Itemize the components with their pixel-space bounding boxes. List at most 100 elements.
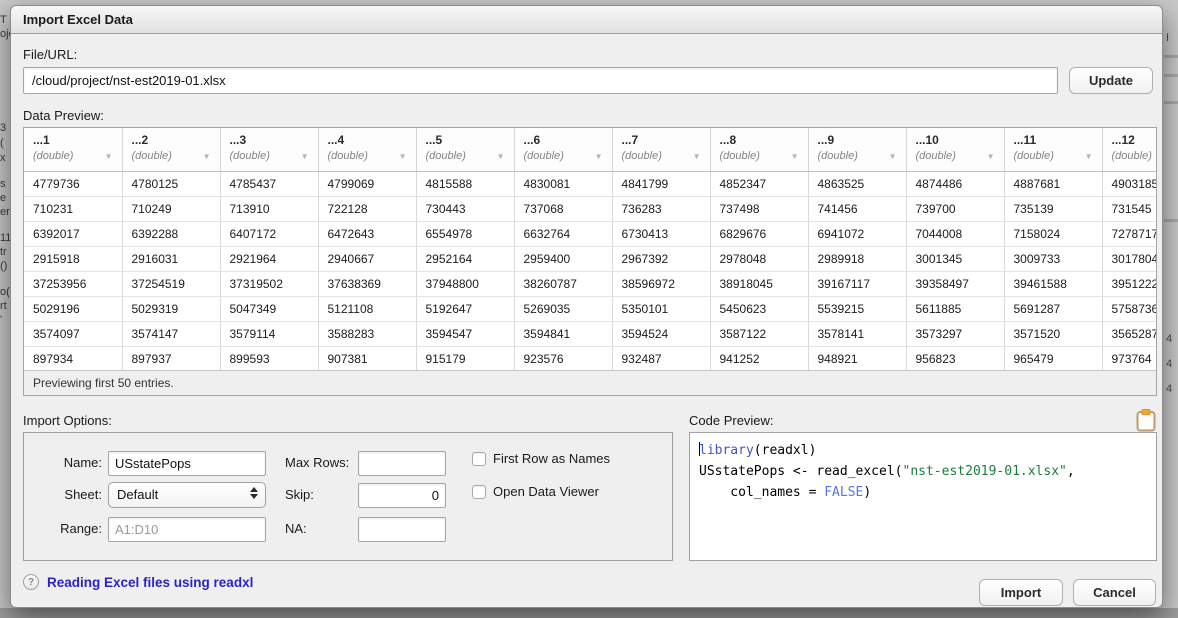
table-cell: 37319502 <box>220 271 318 296</box>
table-cell: 741456 <box>808 196 906 221</box>
table-cell: 3587122 <box>710 321 808 346</box>
table-cell: 5350101 <box>612 296 710 321</box>
table-cell: 2978048 <box>710 246 808 271</box>
first-row-as-names-checkbox[interactable] <box>472 452 486 466</box>
table-cell: 2915918 <box>24 246 122 271</box>
open-data-viewer-option[interactable]: Open Data Viewer <box>472 484 599 499</box>
table-cell: 38596972 <box>612 271 710 296</box>
column-type-dropdown-icon[interactable]: ▼ <box>301 152 309 161</box>
column-type-dropdown-icon[interactable]: ▼ <box>889 152 897 161</box>
sheet-select-value: Default <box>117 487 158 502</box>
table-cell: 731545 <box>1102 196 1157 221</box>
table-cell: 5539215 <box>808 296 906 321</box>
table-cell: 4780125 <box>122 171 220 196</box>
table-row: 2915918291603129219642940667295216429594… <box>24 246 1157 271</box>
table-cell: 3001345 <box>906 246 1004 271</box>
table-cell: 899593 <box>220 346 318 371</box>
table-cell: 4874486 <box>906 171 1004 196</box>
code-line: USstatePops <- read_excel("nst-est2019-0… <box>699 461 1147 482</box>
column-type-dropdown-icon[interactable]: ▼ <box>693 152 701 161</box>
table-cell: 6632764 <box>514 221 612 246</box>
first-row-as-names-option[interactable]: First Row as Names <box>472 451 610 466</box>
table-cell: 4841799 <box>612 171 710 196</box>
import-button[interactable]: Import <box>979 579 1063 606</box>
column-type-dropdown-icon[interactable]: ▼ <box>399 152 407 161</box>
table-cell: 722128 <box>318 196 416 221</box>
column-header: ...2(double)▼ <box>122 128 220 171</box>
column-header: ...10(double)▼ <box>906 128 1004 171</box>
table-cell: 3588283 <box>318 321 416 346</box>
column-type-dropdown-icon[interactable]: ▼ <box>497 152 505 161</box>
table-cell: 4852347 <box>710 171 808 196</box>
code-line: library(readxl) <box>699 440 1147 461</box>
column-header: ...7(double)▼ <box>612 128 710 171</box>
na-input[interactable] <box>358 517 446 542</box>
background-text-fragment: 11 <box>0 232 10 244</box>
table-cell: 3573297 <box>906 321 1004 346</box>
copy-to-clipboard-icon[interactable] <box>1136 409 1156 432</box>
select-stepper-arrows-icon <box>250 487 258 499</box>
open-data-viewer-checkbox[interactable] <box>472 485 486 499</box>
table-cell: 5121108 <box>318 296 416 321</box>
background-text-fragment: T <box>0 14 10 26</box>
background-text-fragment: () <box>0 260 10 272</box>
background-text-fragment: 4 <box>1166 333 1178 345</box>
table-cell: 710231 <box>24 196 122 221</box>
file-url-label: File/URL: <box>23 47 77 62</box>
table-cell: 38260787 <box>514 271 612 296</box>
background-text-fragment: e <box>0 192 10 204</box>
help-icon[interactable]: ? <box>23 574 39 590</box>
column-type-dropdown-icon[interactable]: ▼ <box>203 152 211 161</box>
data-preview-table[interactable]: ...1(double)▼...2(double)▼...3(double)▼.… <box>23 127 1157 396</box>
table-cell: 5029319 <box>122 296 220 321</box>
table-cell: 737068 <box>514 196 612 221</box>
column-type-dropdown-icon[interactable]: ▼ <box>1085 152 1093 161</box>
column-type-dropdown-icon[interactable]: ▼ <box>105 152 113 161</box>
table-cell: 948921 <box>808 346 906 371</box>
skip-input[interactable] <box>358 483 446 508</box>
table-cell: 736283 <box>612 196 710 221</box>
background-text-fragment: rt <box>0 300 10 312</box>
readxl-help-link[interactable]: Reading Excel files using readxl <box>47 575 253 590</box>
table-row: 7102317102497139107221287304437370687362… <box>24 196 1157 221</box>
background-text-fragment: 4 <box>1166 383 1178 395</box>
table-cell: 3574147 <box>122 321 220 346</box>
table-cell: 5047349 <box>220 296 318 321</box>
column-header: ...6(double)▼ <box>514 128 612 171</box>
table-cell: 6730413 <box>612 221 710 246</box>
table-cell: 6407172 <box>220 221 318 246</box>
update-button[interactable]: Update <box>1069 67 1153 94</box>
import-options-panel: Name: Max Rows: First Row as Names Sheet… <box>23 432 673 561</box>
background-text-fragment: x <box>0 152 10 164</box>
table-cell: 4863525 <box>808 171 906 196</box>
code-preview[interactable]: library(readxl)USstatePops <- read_excel… <box>689 432 1157 561</box>
table-cell: 941252 <box>710 346 808 371</box>
cancel-button[interactable]: Cancel <box>1073 579 1156 606</box>
name-input[interactable] <box>108 451 266 476</box>
column-type-dropdown-icon[interactable]: ▼ <box>987 152 995 161</box>
file-url-input[interactable] <box>23 67 1058 94</box>
table-cell: 3594547 <box>416 321 514 346</box>
table-cell: 5269035 <box>514 296 612 321</box>
table-cell: 6941072 <box>808 221 906 246</box>
table-cell: 6829676 <box>710 221 808 246</box>
table-cell: 2940667 <box>318 246 416 271</box>
column-type-dropdown-icon[interactable]: ▼ <box>791 152 799 161</box>
table-cell: 5691287 <box>1004 296 1102 321</box>
table-cell: 39167117 <box>808 271 906 296</box>
table-cell: 3565287 <box>1102 321 1157 346</box>
table-cell: 7044008 <box>906 221 1004 246</box>
first-row-as-names-label: First Row as Names <box>493 451 610 466</box>
table-cell: 5029196 <box>24 296 122 321</box>
background-text-fragment: ' <box>0 314 10 326</box>
range-input[interactable] <box>108 517 266 542</box>
background-text-fragment: ( <box>0 137 10 149</box>
table-cell: 4887681 <box>1004 171 1102 196</box>
column-type-dropdown-icon[interactable]: ▼ <box>595 152 603 161</box>
table-cell: 5192647 <box>416 296 514 321</box>
background-divider <box>1164 74 1178 77</box>
sheet-select[interactable]: Default <box>108 482 266 508</box>
table-cell: 737498 <box>710 196 808 221</box>
data-preview-label: Data Preview: <box>23 108 104 123</box>
max-rows-input[interactable] <box>358 451 446 476</box>
